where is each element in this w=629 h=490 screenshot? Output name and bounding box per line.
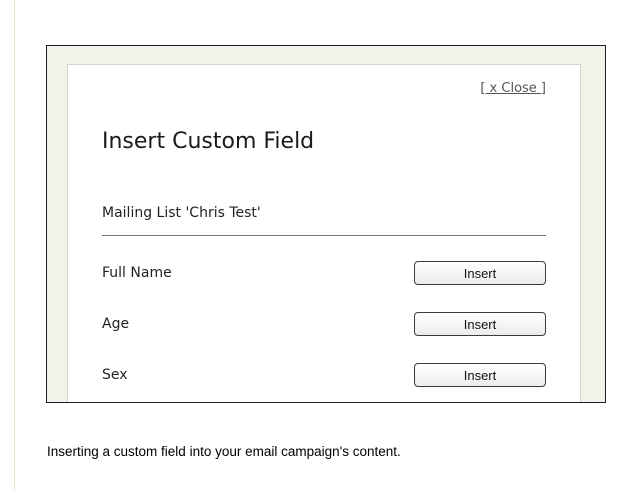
field-row-full-name: Full Name Insert — [102, 261, 546, 287]
mailing-list-label: Mailing List 'Chris Test' — [102, 205, 261, 221]
dialog-title: Insert Custom Field — [102, 129, 315, 154]
field-label: Sex — [102, 367, 128, 383]
insert-sex-button[interactable]: Insert — [414, 363, 546, 387]
insert-full-name-button[interactable]: Insert — [414, 261, 546, 285]
field-label: Full Name — [102, 265, 172, 281]
field-row-age: Age Insert — [102, 312, 546, 338]
left-border-rule — [14, 0, 15, 490]
close-link[interactable]: [ x Close ] — [480, 81, 546, 96]
divider — [102, 235, 546, 236]
page: [ x Close ] Insert Custom Field Mailing … — [0, 0, 629, 490]
field-label: Age — [102, 316, 130, 332]
field-row-sex: Sex Insert — [102, 363, 546, 389]
caption: Inserting a custom field into your email… — [47, 444, 401, 459]
insert-age-button[interactable]: Insert — [414, 312, 546, 336]
insert-custom-field-dialog: [ x Close ] Insert Custom Field Mailing … — [67, 64, 581, 402]
screenshot-frame: [ x Close ] Insert Custom Field Mailing … — [46, 45, 606, 403]
